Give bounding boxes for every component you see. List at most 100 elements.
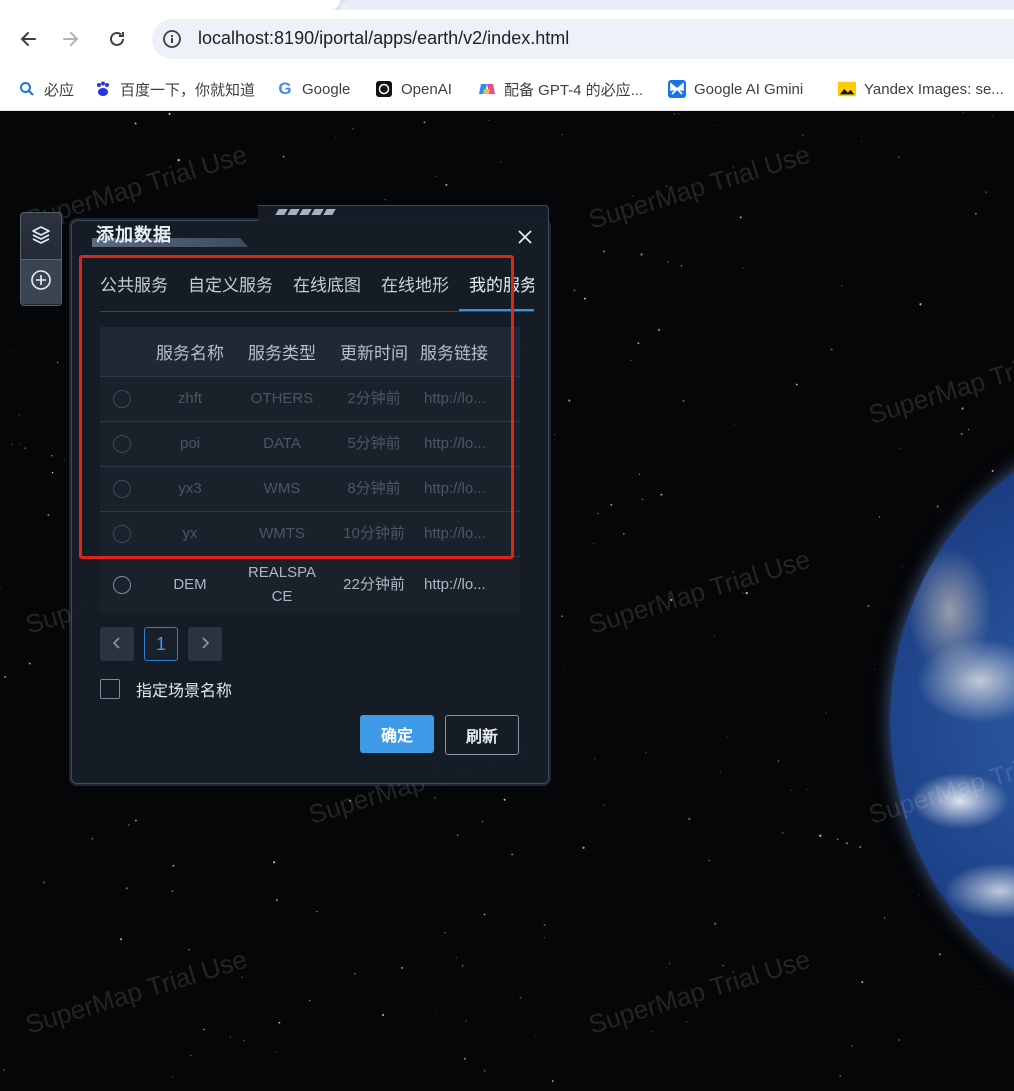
copilot-icon (478, 80, 496, 98)
star (825, 712, 827, 714)
baidu-paw-icon (94, 80, 112, 98)
add-circle-icon (30, 269, 52, 295)
star (554, 434, 556, 436)
service-type-line: CE (271, 588, 293, 605)
back-icon[interactable] (15, 26, 41, 52)
star (630, 359, 632, 362)
star (465, 1019, 467, 1022)
star (561, 134, 563, 136)
bookmark-yandex[interactable]: Yandex Images: se... (838, 78, 1004, 100)
scene-name-checkbox[interactable] (100, 679, 120, 699)
star (669, 962, 671, 964)
star (77, 974, 79, 975)
chevron-right-icon (199, 634, 211, 655)
browser-toolbar: localhost:8190/iportal/apps/earth/v2/ind… (0, 10, 1014, 68)
forward-icon[interactable] (58, 26, 84, 52)
star (781, 831, 784, 834)
star (503, 798, 506, 801)
map-toolbar (20, 212, 62, 306)
star (898, 1039, 900, 1041)
star (282, 155, 285, 158)
star (878, 516, 881, 518)
star (563, 666, 565, 668)
star (841, 285, 843, 287)
reload-icon[interactable] (104, 26, 130, 52)
star (308, 999, 311, 1002)
url-text[interactable]: localhost:8190/iportal/apps/earth/v2/ind… (198, 28, 569, 49)
active-tab[interactable] (0, 0, 340, 10)
scene-name-option[interactable]: 指定场景名称 (100, 677, 232, 701)
bookmark-baidu[interactable]: 百度一下，你就知道 (94, 78, 255, 100)
site-info-icon[interactable] (162, 29, 182, 53)
star (806, 789, 808, 790)
star (688, 817, 691, 821)
star (401, 966, 404, 969)
close-button[interactable] (516, 230, 534, 248)
star (861, 141, 862, 142)
star (461, 965, 464, 967)
star (985, 191, 988, 194)
star (127, 823, 131, 826)
bookmark-label: OpenAI (401, 80, 452, 98)
star (47, 514, 50, 516)
star (801, 134, 804, 136)
star (243, 1040, 245, 1042)
bookmark-gemini[interactable]: Google AI Gmini (668, 78, 803, 100)
star (382, 1014, 385, 1016)
service-link[interactable]: http://lo... (420, 573, 510, 597)
star (64, 458, 66, 461)
bookmark-openai[interactable]: OpenAI (375, 78, 452, 100)
star (801, 244, 803, 246)
star (713, 636, 715, 637)
service-type-line: REALSPA (247, 564, 317, 581)
row-radio[interactable] (113, 576, 131, 594)
close-icon (517, 229, 533, 249)
bookmark-google[interactable]: G Google (276, 78, 350, 100)
star (568, 399, 571, 402)
star (720, 771, 721, 772)
bookmark-bing[interactable]: 必应 (18, 78, 74, 100)
star (867, 604, 870, 608)
star (640, 253, 643, 256)
star (962, 112, 964, 114)
star (241, 976, 243, 979)
star (919, 303, 922, 306)
star (135, 819, 137, 822)
star (42, 881, 45, 884)
star (170, 147, 172, 149)
star (967, 428, 970, 431)
star (901, 566, 903, 568)
pagination: 1 (100, 627, 222, 661)
star (645, 752, 647, 754)
star (120, 938, 123, 941)
next-page-button[interactable] (188, 627, 222, 661)
star (18, 413, 21, 416)
bookmark-label: Yandex Images: se... (864, 80, 1004, 98)
refresh-button[interactable]: 刷新 (445, 715, 519, 755)
star (298, 1089, 299, 1090)
star (739, 216, 742, 219)
star (511, 853, 513, 856)
star (813, 514, 815, 516)
star (722, 964, 724, 967)
address-bar[interactable]: localhost:8190/iportal/apps/earth/v2/ind… (152, 19, 1014, 59)
prev-page-button[interactable] (100, 627, 134, 661)
bookmark-copilot[interactable]: 配备 GPT-4 的必应... (478, 78, 643, 100)
star (918, 895, 920, 897)
star (667, 261, 670, 263)
layers-button[interactable] (21, 215, 61, 259)
star (666, 967, 668, 968)
image-icon (838, 80, 856, 98)
star (560, 615, 563, 618)
add-data-button[interactable] (21, 259, 61, 304)
star (842, 699, 843, 701)
page-number-button[interactable]: 1 (144, 627, 178, 661)
star (51, 455, 53, 457)
star (316, 910, 318, 913)
confirm-button[interactable]: 确定 (360, 715, 434, 753)
star (91, 837, 94, 840)
bookmark-label: Google (302, 80, 351, 98)
star (463, 1057, 466, 1060)
star (171, 890, 174, 892)
table-row[interactable]: DEM REALSPA CE 22分钟前 http://lo... (100, 556, 520, 613)
